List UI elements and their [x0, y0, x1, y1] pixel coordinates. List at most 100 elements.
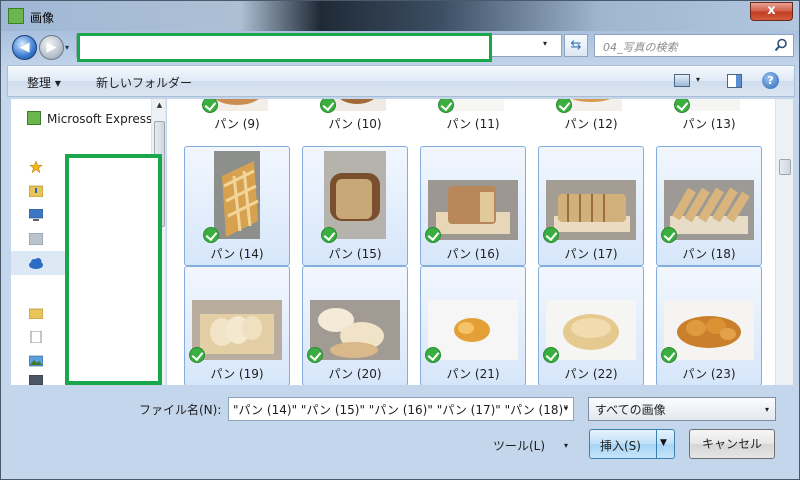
view-dropdown[interactable]: ▾: [696, 75, 700, 84]
insert-button-label: 挿入(S): [600, 439, 641, 453]
libraries-icon[interactable]: [29, 307, 43, 319]
file-name-input[interactable]: "パン (14)" "パン (15)" "パン (16)" "パン (17)" …: [228, 397, 574, 421]
file-name-label: パン (23): [682, 367, 736, 381]
pictures-icon[interactable]: [29, 355, 43, 367]
checkmark-icon[interactable]: [543, 227, 559, 243]
chevron-down-icon: ▾: [764, 405, 769, 414]
expression-icon: [27, 111, 41, 125]
bread-thumbnail: [310, 300, 400, 360]
bread-thumbnail: [546, 180, 636, 240]
file-name-dropdown[interactable]: ▾: [564, 404, 568, 413]
forward-button[interactable]: ▶: [39, 35, 64, 60]
file-name-label: パン (18): [682, 247, 736, 261]
checkmark-icon[interactable]: [203, 227, 219, 243]
checkmark-icon[interactable]: [661, 347, 677, 363]
bread-thumbnail: [214, 151, 260, 239]
bread-thumbnail: [664, 180, 754, 240]
downloads-folder-icon[interactable]: [29, 185, 43, 197]
refresh-button[interactable]: ⇆: [564, 34, 588, 57]
search-placeholder: 04_写真の検索: [603, 41, 678, 54]
app-icon: [8, 8, 24, 24]
bread-thumbnail: [428, 180, 518, 240]
thumbnail-tile[interactable]: パン (11): [420, 99, 526, 131]
checkmark-icon[interactable]: [425, 347, 441, 363]
file-name-label: パン (20): [328, 367, 382, 381]
file-name-label: パン (22): [564, 367, 618, 381]
thumbnail-tile[interactable]: パン (16): [420, 146, 526, 266]
bread-thumbnail: [428, 300, 518, 360]
nav-item-microsoft-express[interactable]: Microsoft Express: [27, 111, 152, 126]
insert-options-dropdown[interactable]: ▼: [660, 438, 667, 448]
checkmark-icon[interactable]: [425, 227, 441, 243]
insert-split-divider: [656, 430, 657, 458]
insert-button[interactable]: 挿入(S) ▼: [589, 429, 675, 459]
tools-menu[interactable]: ツール(L): [493, 437, 545, 454]
thumbnail-tile[interactable]: パン (15): [302, 146, 408, 266]
dialog-window: 画像 x ◀ ▶ ▾ ▾ ⇆ 04_写真の検索 整理 ▾ 新しいフォルダー ▾ …: [0, 0, 800, 480]
thumbnail-tile[interactable]: パン (19): [184, 266, 290, 385]
thumbnail-tile[interactable]: パン (13): [656, 99, 762, 131]
preview-pane-icon[interactable]: [727, 74, 742, 88]
thumbnail-tile[interactable]: パン (14): [184, 146, 290, 266]
thumbnail-tile[interactable]: パン (22): [538, 266, 644, 385]
file-name-label: パン (11): [446, 117, 500, 131]
cancel-button[interactable]: キャンセル: [689, 429, 775, 459]
nav-item-label: Microsoft Express: [47, 112, 153, 126]
close-button[interactable]: x: [750, 2, 793, 21]
videos-icon[interactable]: [29, 375, 43, 385]
scroll-up-arrow-icon[interactable]: ▲: [152, 101, 165, 113]
file-list-scrollbar[interactable]: [775, 99, 793, 385]
organize-menu[interactable]: 整理 ▾: [27, 74, 61, 91]
bread-thumbnail: [664, 300, 754, 360]
thumbnail-tile[interactable]: パン (23): [656, 266, 762, 385]
checkmark-icon[interactable]: [307, 347, 323, 363]
desktop-icon[interactable]: [29, 209, 43, 221]
documents-icon[interactable]: [29, 331, 43, 343]
tools-dropdown-icon[interactable]: ▾: [564, 441, 568, 450]
back-button[interactable]: ◀: [12, 35, 37, 60]
search-input[interactable]: 04_写真の検索: [594, 34, 794, 57]
thumbnail-tile[interactable]: パン (18): [656, 146, 762, 266]
address-bar-highlight[interactable]: [77, 33, 492, 62]
file-name-label: パン (21): [446, 367, 500, 381]
bread-thumbnail: [192, 300, 282, 360]
file-list-scroll-thumb[interactable]: [779, 159, 791, 175]
thumbnail-tile[interactable]: パン (21): [420, 266, 526, 385]
new-folder-button[interactable]: 新しいフォルダー: [96, 74, 192, 91]
file-name-label: パン (17): [564, 247, 618, 261]
back-arrow-icon: ◀: [19, 40, 30, 55]
thumbnail-tile[interactable]: パン (9): [184, 99, 290, 131]
command-bar: 整理 ▾ 新しいフォルダー ▾ ?: [7, 65, 795, 97]
file-name-label: パン (14): [210, 247, 264, 261]
file-name-label: パン (9): [214, 117, 260, 131]
address-row: ◀ ▶ ▾ ▾ ⇆ 04_写真の検索: [7, 33, 795, 62]
recent-places-icon[interactable]: [29, 233, 43, 245]
checkmark-icon[interactable]: [543, 347, 559, 363]
file-type-select[interactable]: すべての画像 ▾: [588, 397, 776, 421]
navigation-pane: Microsoft Express ▲ ▼: [11, 99, 166, 385]
file-list: パン (9) パン (10) パン (11) パン (12) パン (13) パ…: [167, 99, 793, 385]
navigation-highlight-box: [65, 154, 162, 385]
thumbnail-tile[interactable]: パン (17): [538, 146, 644, 266]
bread-thumbnail: [324, 151, 386, 239]
recent-locations-dropdown[interactable]: ▾: [65, 43, 69, 52]
change-view-icon[interactable]: [674, 74, 690, 87]
thumbnail-tile[interactable]: パン (12): [538, 99, 644, 131]
thumbnail-tile[interactable]: パン (20): [302, 266, 408, 385]
checkmark-icon[interactable]: [321, 227, 337, 243]
title-bar: 画像 x: [1, 1, 799, 31]
search-icon[interactable]: [774, 38, 788, 52]
file-name-label: パン (10): [328, 117, 382, 131]
address-dropdown[interactable]: ▾: [543, 39, 547, 48]
thumbnail-tile[interactable]: パン (10): [302, 99, 408, 131]
file-name-label: ファイル名(N):: [139, 403, 222, 417]
skydrive-cloud-icon[interactable]: [29, 257, 43, 269]
help-icon[interactable]: ?: [762, 72, 779, 89]
file-type-value: すべての画像: [595, 403, 666, 417]
window-title: 画像: [30, 11, 55, 25]
checkmark-icon[interactable]: [661, 227, 677, 243]
checkmark-icon[interactable]: [189, 347, 205, 363]
file-name-label: パン (12): [564, 117, 618, 131]
favorites-star-icon[interactable]: [29, 161, 43, 173]
bread-thumbnail: [546, 300, 636, 360]
